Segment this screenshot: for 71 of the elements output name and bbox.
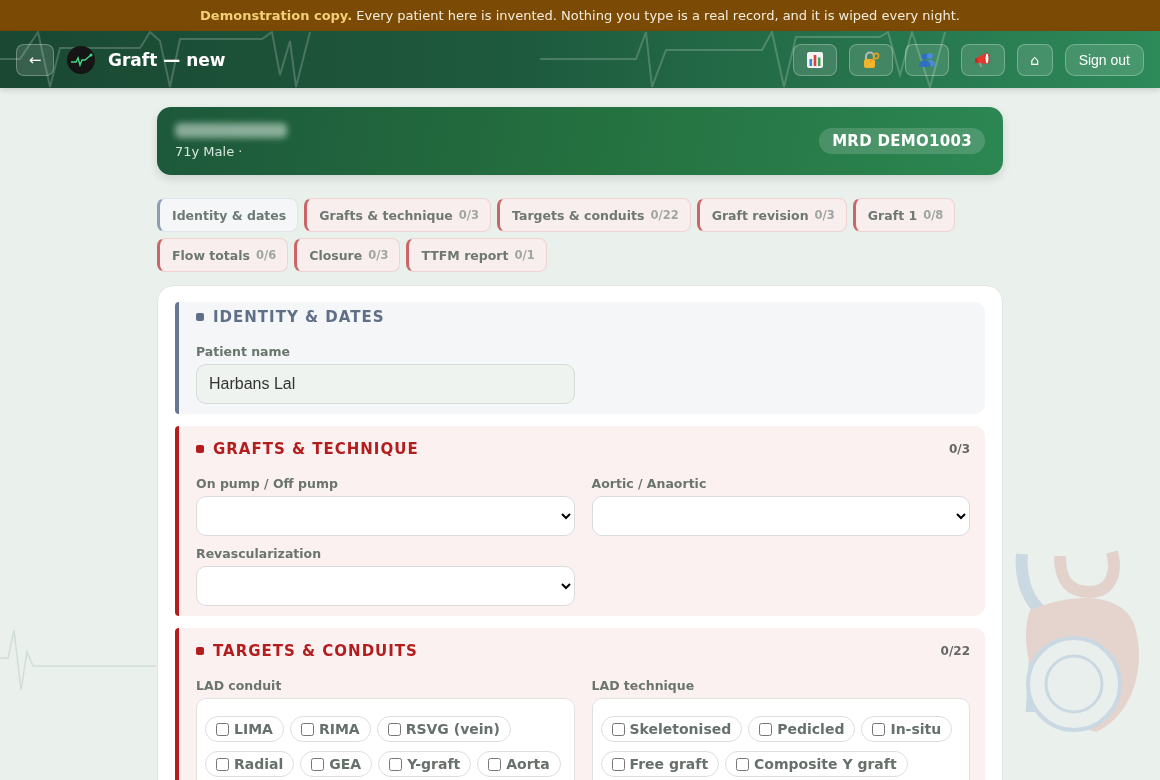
section-tab[interactable]: Flow totals 0/6 [157,238,289,272]
section-title: TARGETS & CONDUITS [213,642,418,660]
mrd-badge: MRD DEMO1003 [819,128,985,154]
bullet-icon [196,647,204,655]
option-chip[interactable]: Free graft [600,751,720,777]
field-label: On pump / Off pump [196,476,339,492]
option-chip[interactable]: In-situ [861,716,953,742]
option-chip[interactable]: Composite Y graft [725,751,908,777]
field-label: LAD technique [591,678,696,694]
tab-count: 0/1 [514,248,535,262]
option-chip[interactable]: GEA [300,751,373,777]
option-chip[interactable]: RSVG (vein) [376,716,511,742]
field-label: Aortic / Anaortic [591,476,708,492]
tab-count: 0/6 [256,248,277,262]
bullet-icon [196,313,204,321]
option-chip[interactable]: Radial [205,751,295,777]
section-tab[interactable]: Graft revision 0/3 [696,198,847,232]
section-tab[interactable]: TTFM report 0/1 [406,238,547,272]
page-title: Graft — new [108,49,226,70]
section-tab[interactable]: Targets & conduits 0/22 [497,198,691,232]
checkbox[interactable] [389,757,403,771]
security-button[interactable] [848,43,893,76]
tab-count: 0/22 [650,208,679,222]
reports-button[interactable] [792,43,837,76]
tab-count: 0/3 [458,208,480,222]
checkbox[interactable] [488,757,502,771]
tab-count: 0/8 [923,208,944,222]
section-title: GRAFTS & TECHNIQUE [213,440,419,458]
banner-text: Demonstration copy. Every patient here is invented. Nothing you type is a real record, and it is wiped every night. [200,8,960,23]
select-field[interactable] [591,496,970,536]
checkbox[interactable] [311,757,325,771]
checkbox[interactable] [387,722,401,736]
checkbox[interactable] [872,722,886,736]
home-button[interactable]: ⌂ [1016,43,1053,76]
patient-details: 71y Male · [175,144,244,159]
tab-count: 0/3 [368,248,389,262]
megaphone-icon [973,50,992,69]
option-chip[interactable]: RIMA [289,716,371,742]
checkbox[interactable] [300,722,314,736]
checkbox[interactable] [611,757,625,771]
section-tab[interactable]: Graft 1 0/8 [852,198,956,232]
option-chip[interactable]: Aorta [477,751,561,777]
field-label: Revascularization [196,546,323,562]
option-chip[interactable]: LIMA [205,716,284,742]
option-chip[interactable]: Pedicled [748,716,856,742]
option-chip[interactable]: Y-graft [378,751,472,777]
bullet-icon [196,445,204,453]
logo-icon [67,45,95,74]
text-field[interactable]: Harbans Lal [196,364,575,404]
checkbox[interactable] [216,722,229,736]
option-chip[interactable]: Skeletonised [600,716,743,742]
people-icon [917,50,936,69]
lock-icon [861,50,880,69]
bar-chart-icon [805,50,824,69]
back-button[interactable]: ← [16,43,54,76]
section-count: 0/3 [948,442,970,456]
checkbox[interactable] [759,722,773,736]
section-tab[interactable]: Closure 0/3 [294,238,401,272]
field-label: LAD conduit [196,678,283,694]
section-tab[interactable]: Identity & dates [157,198,299,232]
section-count: 0/22 [940,644,970,658]
field-label: Patient name [196,344,292,360]
checkbox[interactable] [611,722,625,736]
checkbox[interactable] [216,757,229,771]
select-field[interactable] [196,496,575,536]
section-tab[interactable]: Grafts & technique 0/3 [304,198,492,232]
select-field[interactable] [196,566,575,606]
section-title: IDENTITY & DATES [213,308,385,326]
checkbox[interactable] [736,757,750,771]
sign-out-button[interactable]: Sign out [1064,43,1144,76]
tab-count: 0/3 [814,208,835,222]
